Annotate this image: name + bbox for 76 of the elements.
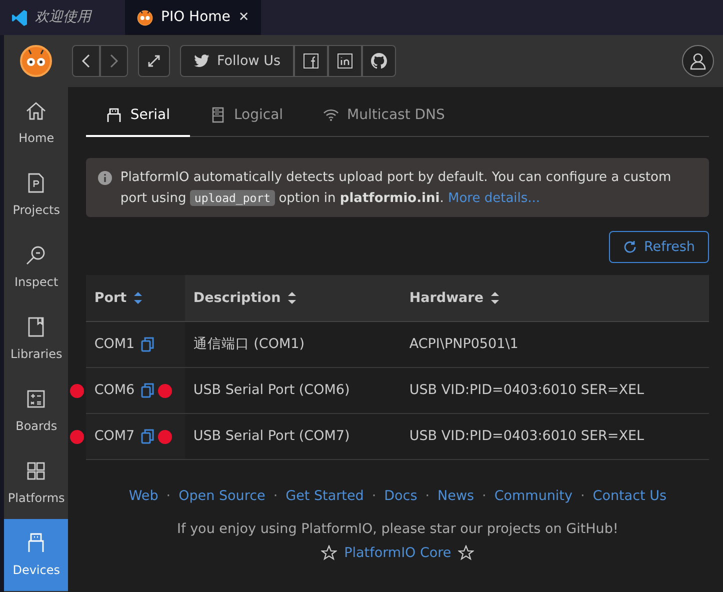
table-cell: 通信端口 (COM1): [185, 321, 402, 367]
copy-icon[interactable]: [141, 336, 154, 352]
marker-dot: [158, 430, 172, 444]
footer-link[interactable]: Open Source: [178, 488, 266, 504]
bird-icon: [194, 54, 210, 68]
tab[interactable]: Multicast DNS: [303, 95, 465, 137]
chevron-left-icon: [81, 53, 92, 69]
separator-dot: ·: [372, 488, 376, 504]
star-icon[interactable]: [321, 545, 338, 561]
sort-icon: [133, 290, 144, 305]
facebook-icon: [303, 53, 320, 69]
linkedin-icon: [337, 53, 354, 69]
footer-link[interactable]: News: [438, 488, 474, 504]
footer-link[interactable]: Get Started: [286, 488, 364, 504]
sidebar-item[interactable]: Projects: [4, 159, 68, 231]
separator-dot: ·: [425, 488, 430, 504]
table-cell: ACPI\PNP0501\1: [401, 321, 709, 367]
refresh-icon: [623, 240, 637, 254]
expand-icon: [147, 54, 162, 68]
marker-dot: [158, 384, 172, 398]
editor-tab[interactable]: 欢迎使用: [0, 0, 125, 35]
tab[interactable]: Serial: [86, 95, 190, 137]
port-name: COM1: [94, 334, 135, 354]
expand-button[interactable]: [138, 45, 170, 77]
account-button[interactable]: [682, 45, 714, 77]
separator-dot: ·: [482, 488, 486, 504]
code-chip: upload_port: [190, 190, 275, 206]
close-icon[interactable]: ✕: [238, 8, 250, 28]
sidebar-item[interactable]: Boards: [4, 375, 68, 447]
footer-message: If you enjoy using PlatformIO, please star our projects on GitHub!: [176, 520, 620, 540]
footer-link[interactable]: Web: [128, 488, 158, 504]
chevron-right-icon: [109, 53, 120, 69]
separator-dot: ·: [273, 488, 278, 504]
sidebar-item[interactable]: Libraries: [4, 303, 68, 375]
port-name: COM6: [94, 380, 135, 400]
github-icon: [371, 53, 388, 69]
cabinet-icon: [210, 107, 226, 123]
alert-text: PlatformIO automatically detects upload port by default. You can configure a custom port using upload_port option in platformio.ini. More details...: [120, 169, 672, 208]
sidebar-item[interactable]: Platforms: [4, 447, 68, 519]
port-name: COM7: [94, 426, 135, 446]
table-cell: USB Serial Port (COM6): [185, 367, 402, 413]
facebook-button[interactable]: [294, 45, 328, 77]
sort-icon: [490, 290, 500, 305]
sort-icon: [287, 290, 298, 305]
separator-dot: ·: [166, 488, 171, 504]
vscode-icon: [12, 9, 27, 26]
ant-icon: [137, 10, 153, 26]
tab[interactable]: Logical: [190, 95, 304, 137]
back-button[interactable]: [72, 45, 100, 77]
copy-icon[interactable]: [141, 382, 154, 398]
separator-dot: ·: [580, 488, 585, 504]
copy-icon[interactable]: [141, 428, 154, 444]
footer-link[interactable]: Contact Us: [592, 488, 666, 504]
github-button[interactable]: [362, 45, 396, 77]
table-cell: USB VID:PID=0403:6010 SER=XEL: [401, 413, 709, 459]
table-cell: USB VID:PID=0403:6010 SER=XEL: [401, 367, 709, 413]
sidebar-item[interactable]: Devices: [4, 519, 68, 591]
column-header[interactable]: Port: [86, 275, 186, 321]
platformio-logo: [19, 44, 54, 78]
info-icon: [98, 171, 112, 185]
footer-link[interactable]: Docs: [384, 488, 418, 504]
editor-tab[interactable]: PIO Home ✕: [125, 0, 262, 35]
follow-button[interactable]: Follow Us: [180, 45, 294, 77]
linkedin-button[interactable]: [328, 45, 362, 77]
usb-plug-icon: [106, 107, 122, 123]
sidebar-item[interactable]: Inspect: [4, 231, 68, 303]
column-header[interactable]: Hardware: [401, 275, 709, 321]
platformio-core-link[interactable]: PlatformIO Core: [344, 542, 452, 564]
wifi-icon: [323, 107, 340, 123]
user-icon: [690, 52, 706, 70]
column-header[interactable]: Description: [185, 275, 402, 321]
star-icon[interactable]: [458, 545, 474, 561]
sidebar-item[interactable]: Home: [4, 87, 68, 159]
refresh-button[interactable]: Refresh: [609, 231, 709, 263]
table-cell: USB Serial Port (COM7): [185, 413, 402, 459]
footer-link[interactable]: Community: [494, 488, 572, 504]
